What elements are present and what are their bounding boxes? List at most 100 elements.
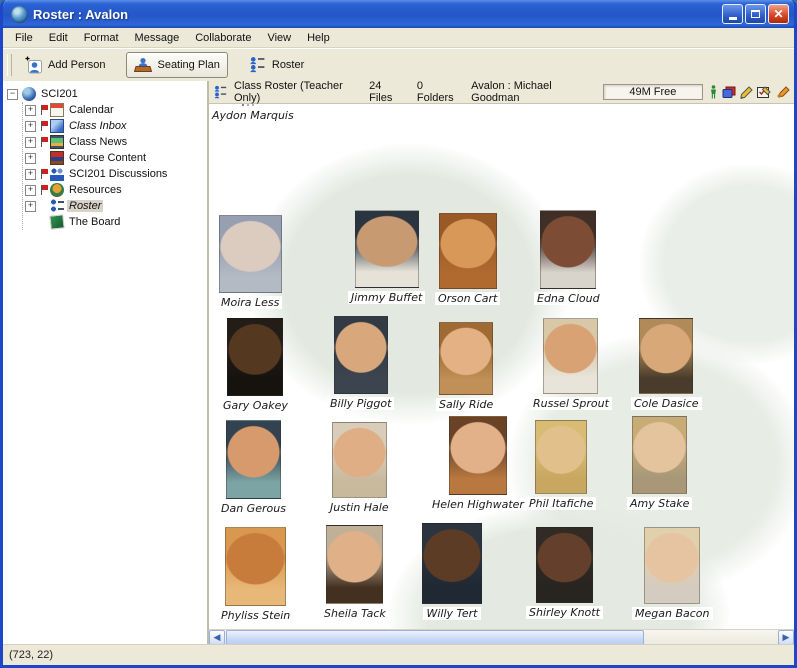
person-icon[interactable] [709, 85, 718, 99]
student-card[interactable]: Orson Cart [435, 213, 500, 305]
minimize-glyph [729, 17, 737, 20]
expand-icon[interactable]: + [25, 137, 36, 148]
student-photo[interactable] [332, 422, 387, 498]
flag-icon [40, 121, 48, 131]
student-photo[interactable] [543, 318, 598, 394]
expand-icon[interactable]: + [25, 201, 36, 212]
menu-item[interactable]: Edit [41, 30, 76, 46]
pencil-icon[interactable] [740, 86, 753, 99]
expand-icon[interactable]: + [25, 105, 36, 116]
expand-icon[interactable]: + [25, 169, 36, 180]
maximize-icon[interactable] [745, 4, 766, 24]
tree-item[interactable]: + Calendar [25, 102, 207, 118]
student-card[interactable]: Helen Highwater [429, 416, 527, 511]
student-photo[interactable] [632, 416, 687, 494]
roster-view-label[interactable]: Roster [242, 53, 311, 77]
student-card[interactable]: Russel Sprout [530, 318, 612, 410]
expand-icon[interactable]: + [25, 153, 36, 164]
tree-item[interactable]: + Resources [25, 182, 207, 198]
student-card[interactable]: Edna Cloud [534, 210, 603, 305]
tree-item[interactable]: + Class Inbox [25, 118, 207, 134]
layers-icon[interactable] [722, 86, 736, 99]
menu-item[interactable]: Help [299, 30, 338, 46]
student-photo[interactable] [225, 527, 286, 606]
close-icon[interactable]: ✕ [768, 4, 789, 24]
title-bar[interactable]: Roster : Avalon ✕ [3, 0, 794, 28]
tree-item-label: SCI201 Discussions [67, 168, 169, 180]
student-photo[interactable] [540, 210, 596, 289]
status-bar: (723, 22) [3, 644, 794, 665]
student-name: Megan Bacon [632, 607, 713, 620]
student-card[interactable]: Justin Hale [327, 422, 392, 514]
tree-item[interactable]: + SCI201 Discussions [25, 166, 207, 182]
menu-item[interactable]: File [7, 30, 41, 46]
student-card[interactable]: Aydon Marquis [209, 104, 297, 122]
menu-item[interactable]: Format [76, 30, 127, 46]
student-card[interactable]: Sheila Tack [321, 525, 389, 620]
flag-icon [40, 137, 48, 147]
seating-plan-button[interactable]: Seating Plan [126, 52, 227, 78]
student-photo[interactable] [227, 318, 283, 396]
expand-icon[interactable]: + [25, 185, 36, 196]
student-card[interactable]: Cole Dasice [631, 318, 702, 410]
tree-item[interactable]: + Course Content [25, 150, 207, 166]
student-photo[interactable] [535, 420, 587, 494]
student-photo[interactable] [422, 523, 482, 604]
scrollbar-thumb[interactable] [226, 630, 644, 645]
tree-item[interactable]: + The Board [25, 214, 207, 230]
student-card[interactable]: Megan Bacon [632, 527, 713, 620]
student-photo[interactable] [226, 420, 281, 499]
tree-root-sci201[interactable]: − SCI201 [7, 86, 207, 102]
student-name: Edna Cloud [534, 292, 603, 305]
student-photo[interactable] [355, 210, 419, 288]
tree-item[interactable]: + Roster [25, 198, 207, 214]
add-person-button[interactable]: Add Person [18, 53, 112, 77]
tree-item[interactable]: + Class News [25, 134, 207, 150]
student-name: Moira Less [218, 296, 282, 309]
expand-icon[interactable]: + [25, 121, 36, 132]
minimize-icon[interactable] [722, 4, 743, 24]
student-card[interactable]: Sally Ride [436, 322, 496, 411]
student-card[interactable]: Moira Less [218, 215, 282, 309]
student-card[interactable]: Jimmy Buffet [348, 210, 425, 304]
roster-icon [213, 85, 228, 99]
tree-item-label: Resources [67, 184, 124, 196]
student-photo[interactable] [439, 322, 493, 395]
collapse-icon[interactable]: − [7, 89, 18, 100]
menu-item[interactable]: Message [127, 30, 188, 46]
toolbar-gripper[interactable] [7, 54, 12, 76]
student-photo[interactable] [334, 316, 388, 394]
pen-icon[interactable] [776, 86, 790, 99]
student-photo[interactable] [639, 318, 693, 394]
student-photo[interactable] [449, 416, 507, 495]
student-card[interactable]: Phil Itafiche [526, 420, 596, 510]
student-photo[interactable] [644, 527, 700, 604]
student-photo[interactable] [536, 527, 593, 603]
scroll-right-icon[interactable]: ▶ [778, 630, 794, 645]
horizontal-scrollbar[interactable]: ◀ ▶ [209, 629, 794, 645]
tree-item-label: Class Inbox [67, 120, 128, 132]
server-user-label: Avalon : Michael Goodman [471, 80, 587, 104]
main-area: − SCI201 + Calendar + Class Inbox + Clas… [3, 81, 794, 645]
edit-document-icon[interactable] [757, 86, 772, 99]
student-photo[interactable] [326, 525, 383, 604]
student-card[interactable]: Willy Tert [422, 523, 482, 620]
menu-item[interactable]: Collaborate [187, 30, 259, 46]
inbox-icon [50, 119, 64, 133]
student-card[interactable]: Dan Gerous [218, 420, 289, 515]
student-card[interactable]: Gary Oakey [220, 318, 291, 412]
menu-item[interactable]: View [259, 30, 299, 46]
student-card[interactable]: Phyliss Stein [218, 527, 293, 622]
scrollbar-track[interactable] [644, 630, 778, 645]
student-card[interactable]: Shirley Knott [526, 527, 603, 619]
student-card[interactable]: Amy Stake [627, 416, 692, 510]
student-photo[interactable] [219, 215, 282, 293]
close-glyph: ✕ [773, 8, 783, 20]
student-photo[interactable] [439, 213, 497, 289]
scroll-left-icon[interactable]: ◀ [209, 630, 225, 645]
student-name: Aydon Marquis [209, 109, 297, 122]
news-icon [50, 135, 64, 149]
student-name: Helen Highwater [429, 498, 527, 511]
student-card[interactable]: Billy Piggot [327, 316, 394, 410]
student-photo[interactable] [252, 104, 254, 106]
